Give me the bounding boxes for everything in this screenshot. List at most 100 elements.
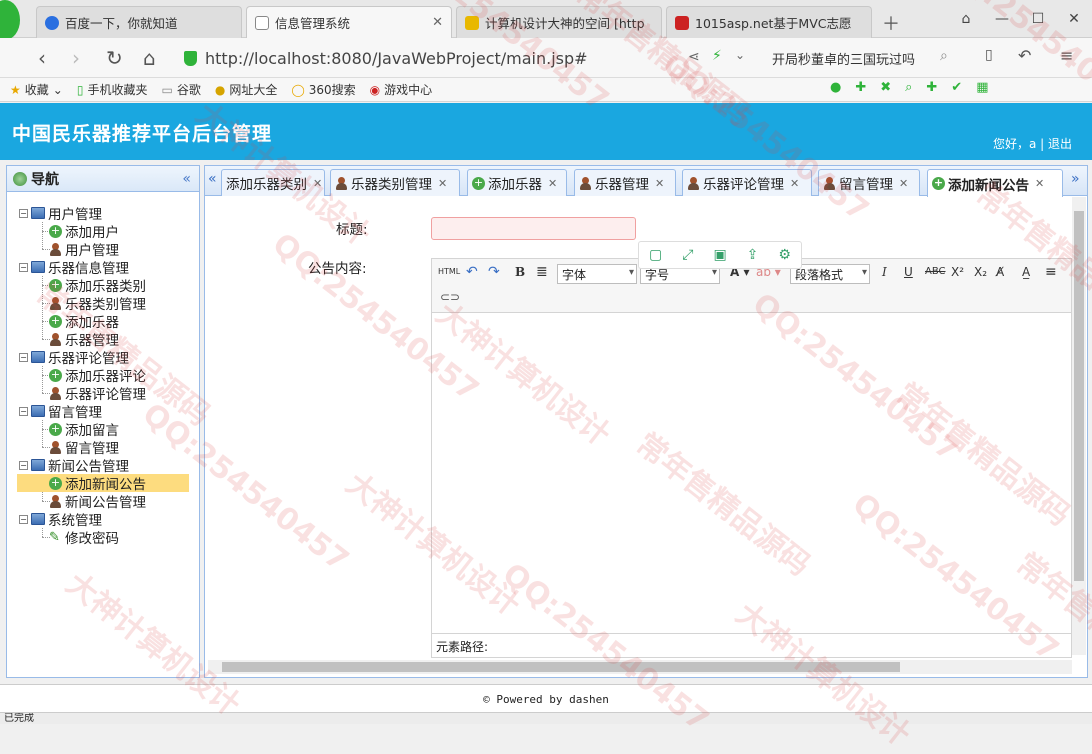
extension-icons[interactable]: ●✚✖⌕✚✔▦: [830, 80, 1002, 95]
close-tab-icon[interactable]: ✕: [790, 177, 799, 190]
browser-tab-space[interactable]: 计算机设计大神的空间 [http: [456, 6, 662, 38]
vertical-scrollbar[interactable]: [1072, 197, 1086, 655]
share-icon[interactable]: ⋖: [688, 49, 700, 65]
strikethrough-icon[interactable]: ABC: [925, 266, 946, 277]
horizontal-scrollbar[interactable]: [208, 660, 1072, 674]
menu-icon[interactable]: ≡: [1060, 46, 1073, 65]
bold-icon[interactable]: B: [515, 265, 525, 279]
toggle-icon[interactable]: −: [19, 208, 28, 218]
close-tab-icon[interactable]: ✕: [313, 177, 322, 190]
reader-icon[interactable]: ▯: [985, 47, 993, 63]
content-tab[interactable]: 乐器类别管理 ✕: [330, 169, 460, 196]
nav-group[interactable]: − 乐器评论管理: [19, 348, 129, 367]
nav-item[interactable]: 用户管理: [49, 240, 119, 259]
logout-link[interactable]: 退出: [1048, 137, 1072, 151]
content-tab[interactable]: + 添加新闻公告 ✕: [927, 169, 1063, 197]
nav-item[interactable]: 乐器管理: [49, 330, 119, 349]
search-icon[interactable]: ⌕: [940, 48, 948, 64]
quote-icon[interactable]: ≣: [536, 264, 548, 280]
nav-item[interactable]: 新闻公告管理: [49, 492, 146, 511]
editor-body[interactable]: [432, 313, 1071, 633]
scroll-thumb[interactable]: [222, 662, 900, 672]
undo-icon[interactable]: ↶: [1018, 46, 1031, 65]
rich-text-editor[interactable]: HTML ↶ ↷ B ≣ 字体 字号 A ▾ ab ▾ 段落格式 I U ABC…: [431, 258, 1072, 658]
nav-group[interactable]: − 新闻公告管理: [19, 456, 129, 475]
nav-item[interactable]: + 添加新闻公告: [17, 474, 189, 493]
nav-group[interactable]: − 系统管理: [19, 510, 102, 529]
scroll-tabs-left-icon[interactable]: «: [208, 171, 217, 187]
close-tab-icon[interactable]: ✕: [438, 177, 447, 190]
toggle-icon[interactable]: −: [19, 262, 28, 272]
browser-tab-baidu[interactable]: 百度一下，你就知道: [36, 6, 242, 38]
reload-icon[interactable]: ↻: [106, 46, 123, 70]
forward-icon[interactable]: ›: [72, 46, 80, 70]
minimize-icon[interactable]: —: [984, 11, 1020, 27]
toggle-icon[interactable]: −: [19, 514, 28, 524]
bookmark-360[interactable]: ◯ 360搜索: [291, 81, 355, 98]
close-tab-icon[interactable]: ✕: [1035, 177, 1044, 190]
format-painter-icon[interactable]: A̲: [1022, 265, 1030, 279]
italic-icon[interactable]: I: [882, 265, 887, 279]
content-tab[interactable]: 添加乐器类别 ✕: [221, 169, 325, 196]
share-icon[interactable]: ⇪: [747, 247, 759, 263]
nav-item[interactable]: + 添加用户: [49, 222, 119, 241]
bookmark-games[interactable]: ◉ 游戏中心: [370, 81, 433, 98]
content-tab[interactable]: 留言管理 ✕: [818, 169, 920, 196]
scroll-thumb[interactable]: [1074, 211, 1084, 581]
toggle-icon[interactable]: −: [19, 406, 28, 416]
paragraph-format-select[interactable]: 段落格式: [790, 264, 870, 284]
dropdown-icon[interactable]: ⌄: [735, 48, 745, 62]
close-tab-icon[interactable]: ✕: [548, 177, 557, 190]
nav-item[interactable]: 乐器评论管理: [49, 384, 146, 403]
redo-icon[interactable]: ↷: [488, 264, 500, 280]
bookmark-mobile[interactable]: ▯ 手机收藏夹: [77, 81, 148, 98]
clear-format-icon[interactable]: A̸: [996, 265, 1004, 279]
nav-group[interactable]: − 乐器信息管理: [19, 258, 129, 277]
nav-item[interactable]: ✎ 修改密码: [49, 528, 119, 548]
html-source-button[interactable]: HTML: [438, 267, 460, 276]
nav-group[interactable]: − 留言管理: [19, 402, 102, 421]
expand-icon[interactable]: ⤢: [682, 247, 693, 263]
bookmark-sites[interactable]: ● 网址大全: [215, 81, 278, 98]
speed-icon[interactable]: ⚡: [712, 48, 722, 64]
copy-icon[interactable]: ▢: [649, 247, 662, 263]
close-tab-icon[interactable]: ✕: [432, 15, 443, 30]
nav-item[interactable]: + 添加乐器评论: [49, 366, 146, 385]
new-tab-button[interactable]: ＋: [882, 10, 900, 36]
nav-item[interactable]: + 添加乐器类别: [49, 276, 146, 295]
content-tab[interactable]: + 添加乐器 ✕: [467, 169, 567, 196]
browser-logo-icon[interactable]: [0, 0, 20, 40]
subscript-icon[interactable]: X₂: [974, 265, 987, 279]
bookmark-favorites[interactable]: ★ 收藏 ⌄: [10, 81, 63, 98]
nav-item[interactable]: 留言管理: [49, 438, 119, 457]
nav-item[interactable]: + 添加乐器: [49, 312, 119, 331]
collapse-icon[interactable]: «: [182, 171, 191, 187]
align-icon[interactable]: ≡: [1045, 264, 1057, 280]
link-icon[interactable]: ⊂⊃: [440, 290, 460, 304]
undo-icon[interactable]: ↶: [466, 264, 478, 280]
save-icon[interactable]: ▣: [713, 247, 726, 263]
content-tab[interactable]: 乐器管理 ✕: [574, 169, 676, 196]
browser-tab-asp[interactable]: 1015asp.net基于MVC志愿: [666, 6, 872, 38]
shirt-icon[interactable]: ⌂: [948, 11, 984, 27]
superscript-icon[interactable]: X²: [951, 265, 964, 279]
font-family-select[interactable]: 字体: [557, 264, 637, 284]
search-suggestion[interactable]: 开局秒董卓的三国玩过吗: [772, 49, 915, 68]
nav-item[interactable]: + 添加留言: [49, 420, 119, 439]
back-icon[interactable]: ‹: [38, 46, 46, 70]
close-tab-icon[interactable]: ✕: [899, 177, 908, 190]
browser-tab-info-system[interactable]: 信息管理系统 ✕: [246, 6, 452, 38]
maximize-icon[interactable]: ☐: [1020, 11, 1056, 27]
close-window-icon[interactable]: ✕: [1056, 11, 1092, 27]
underline-icon[interactable]: U: [904, 265, 913, 279]
scroll-tabs-right-icon[interactable]: »: [1071, 171, 1080, 187]
bookmark-google[interactable]: ▭ 谷歌: [161, 81, 200, 98]
home-icon[interactable]: ⌂: [143, 46, 156, 70]
close-tab-icon[interactable]: ✕: [655, 177, 664, 190]
toggle-icon[interactable]: −: [19, 460, 28, 470]
toggle-icon[interactable]: −: [19, 352, 28, 362]
content-tab[interactable]: 乐器评论管理 ✕: [682, 169, 812, 196]
nav-item[interactable]: 乐器类别管理: [49, 294, 146, 313]
nav-group[interactable]: − 用户管理: [19, 204, 102, 223]
title-input[interactable]: [431, 217, 636, 240]
